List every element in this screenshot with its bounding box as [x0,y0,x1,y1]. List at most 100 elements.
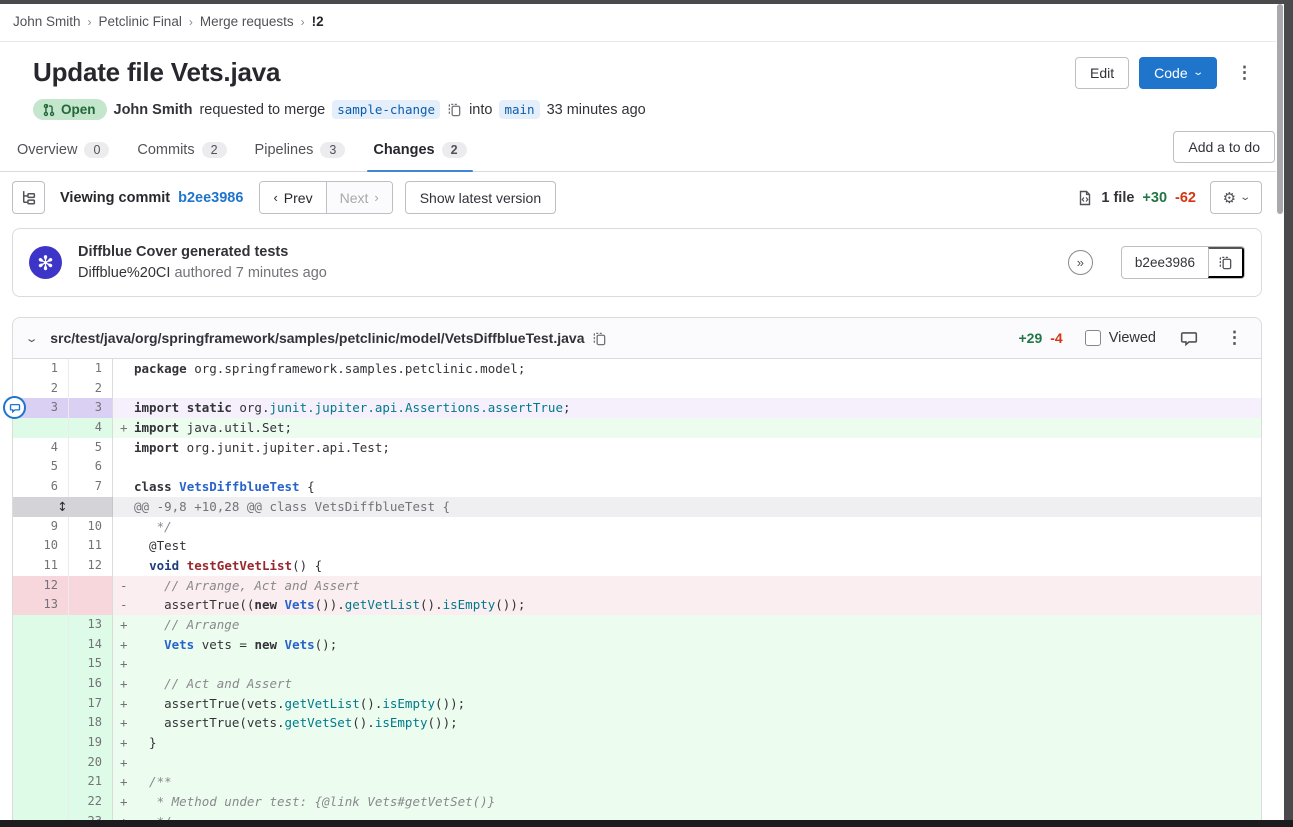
new-line-number[interactable]: 10 [69,517,113,537]
old-line-number[interactable] [13,694,69,714]
old-line-number[interactable] [13,713,69,733]
old-line-number[interactable] [13,772,69,792]
old-line-number[interactable]: 2 [13,379,69,399]
new-line-number[interactable]: 2 [69,379,113,399]
breadcrumb-item[interactable]: !2 [312,14,324,29]
new-line-number[interactable]: 3 [69,398,113,418]
old-line-number[interactable] [13,733,69,753]
copy-branch-icon[interactable] [447,102,462,117]
new-line-number[interactable]: 6 [69,457,113,477]
target-branch-label[interactable]: main [499,100,539,119]
viewing-commit-sha-link[interactable]: b2ee3986 [178,190,243,206]
new-line-number[interactable]: 4 [69,418,113,438]
diff-line-row: 45import org.junit.jupiter.api.Test; [13,438,1261,458]
code-button[interactable]: Code ⌄ [1139,57,1217,89]
commit-title[interactable]: Diffblue Cover generated tests [78,244,1052,260]
edit-button[interactable]: Edit [1075,57,1129,89]
mr-author[interactable]: John Smith [114,102,193,118]
code-line: import static org.junit.jupiter.api.Asse… [113,398,1261,418]
breadcrumb-item[interactable]: John Smith [13,14,81,29]
old-line-number[interactable] [13,674,69,694]
new-line-number[interactable] [69,595,113,615]
viewed-checkbox[interactable] [1085,330,1101,346]
file-options-kebab-icon[interactable]: ⋮ [1222,328,1247,348]
old-line-number[interactable]: 12 [13,576,69,596]
new-line-number[interactable]: 20 [69,753,113,773]
new-line-number[interactable]: 14 [69,635,113,655]
old-line-number[interactable]: 9 [13,517,69,537]
expand-lines-icon[interactable]: ↕ [13,497,113,517]
source-branch-label[interactable]: sample-change [332,100,440,119]
old-line-number[interactable] [13,615,69,635]
commit-author-avatar[interactable]: ✻ [29,246,62,279]
commit-info-card: ✻ Diffblue Cover generated tests Diffblu… [12,228,1262,297]
tab-changes[interactable]: Changes2 [359,128,480,171]
code-line: + assertTrue(vets.getVetList().isEmpty()… [113,694,1261,714]
tab-commits[interactable]: Commits2 [123,128,240,171]
new-line-number[interactable]: 15 [69,654,113,674]
old-line-number[interactable] [13,792,69,812]
mr-action-text: requested to merge [199,102,325,118]
more-actions-kebab-icon[interactable]: ⋮ [1227,63,1262,83]
new-line-number[interactable]: 16 [69,674,113,694]
copy-file-path-icon[interactable] [592,331,607,346]
tab-pipelines[interactable]: Pipelines3 [241,128,360,171]
file-tree-toggle-icon[interactable] [12,181,45,214]
new-line-number[interactable]: 18 [69,713,113,733]
file-code-icon [1077,190,1093,206]
file-additions: +29 [1019,330,1043,346]
file-path[interactable]: src/test/java/org/springframework/sample… [50,330,584,346]
add-todo-button[interactable]: Add a to do [1173,131,1275,163]
file-comment-icon[interactable] [1180,329,1198,347]
new-line-number[interactable]: 22 [69,792,113,812]
window-edge-bottom [0,820,1293,827]
diff-line-row: 16+ // Act and Assert [13,674,1261,694]
new-line-number[interactable] [69,576,113,596]
new-line-number[interactable]: 17 [69,694,113,714]
code-line: */ [113,517,1261,537]
new-line-number[interactable]: 21 [69,772,113,792]
new-line-number[interactable]: 11 [69,536,113,556]
diff-marker: + [113,418,134,438]
diff-line-row: 12- // Arrange, Act and Assert [13,576,1261,596]
old-line-number[interactable]: 1 [13,359,69,379]
copy-sha-icon[interactable] [1208,247,1244,278]
new-line-number[interactable]: 19 [69,733,113,753]
old-line-number[interactable]: 11 [13,556,69,576]
commit-author-name[interactable]: Diffblue%20CI [78,265,170,281]
old-line-number[interactable]: 6 [13,477,69,497]
old-line-number[interactable]: 5 [13,457,69,477]
new-line-number[interactable]: 13 [69,615,113,635]
diff-line-row: 21+ /** [13,772,1261,792]
new-line-number[interactable]: 5 [69,438,113,458]
old-line-number[interactable]: 10 [13,536,69,556]
new-line-number[interactable]: 12 [69,556,113,576]
collapse-file-caret-icon[interactable]: ⌄ [25,332,39,345]
tab-label: Commits [137,142,194,158]
tab-overview[interactable]: Overview0 [3,128,123,171]
page-scrollbar[interactable] [1276,4,1284,820]
code-line: package org.springframework.samples.petc… [113,359,1261,379]
prev-commit-button[interactable]: ‹ Prev [260,182,325,213]
breadcrumb-separator-icon: › [189,15,193,29]
old-line-number[interactable]: 13 [13,595,69,615]
old-line-number[interactable] [13,654,69,674]
diff-line-row: 22+ * Method under test: {@link Vets#get… [13,792,1261,812]
breadcrumb-item[interactable]: Petclinic Final [99,14,182,29]
diff-settings-button[interactable]: ⚙ ⌄ [1210,181,1262,214]
browse-commit-chevrons-icon[interactable]: » [1068,250,1093,275]
diff-hunk-row: ↕@@ -9,8 +10,28 @@ class VetsDiffblueTes… [13,497,1261,517]
old-line-number[interactable] [13,753,69,773]
new-line-number[interactable]: 1 [69,359,113,379]
old-line-number[interactable] [13,418,69,438]
code-line: + assertTrue(vets.getVetSet().isEmpty())… [113,713,1261,733]
show-latest-version-button[interactable]: Show latest version [405,181,556,214]
next-commit-button[interactable]: Next › [326,182,392,213]
scrollbar-thumb[interactable] [1277,4,1283,214]
new-line-number[interactable]: 7 [69,477,113,497]
old-line-number[interactable] [13,635,69,655]
chevron-left-icon: ‹ [273,190,277,205]
old-line-number[interactable]: 4 [13,438,69,458]
chevron-down-icon: ⌄ [1192,68,1204,78]
breadcrumb-item[interactable]: Merge requests [200,14,294,29]
